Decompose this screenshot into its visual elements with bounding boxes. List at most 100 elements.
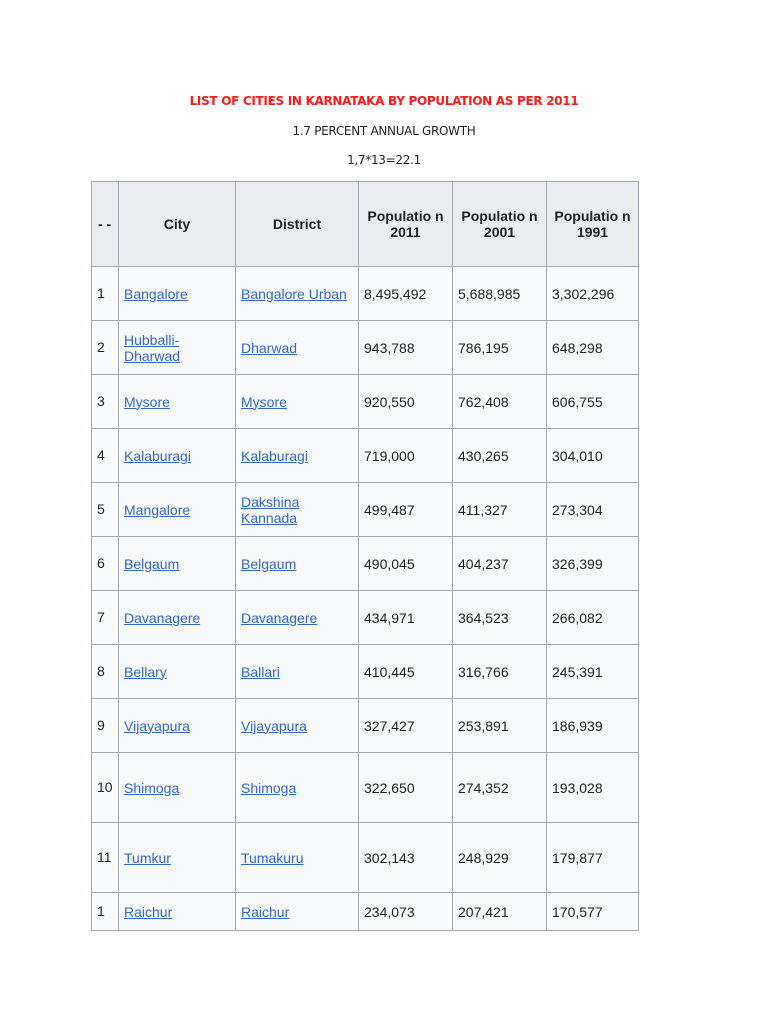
population-2011-cell: 234,073 <box>358 892 453 931</box>
table-row: 5 Mangalore Dakshina Kannada 499,487 411,327… <box>91 482 639 537</box>
population-2011: 499,487 <box>364 501 415 518</box>
population-2001: 404,237 <box>458 555 509 572</box>
city-link[interactable]: Bellary <box>124 664 167 680</box>
row-index-cell: 3 <box>91 374 119 429</box>
population-2011-cell: 920,550 <box>358 374 453 429</box>
city-link-cell: Bellary <box>118 644 236 699</box>
city-link-cell: Raichur <box>118 892 236 931</box>
table-row: 9 Vijayapura Vijayapura 327,427 253,891 186,9… <box>91 698 639 753</box>
growth-formula: 1,7*13=22.1 <box>347 153 421 167</box>
population-1991: 326,399 <box>552 555 603 572</box>
population-2001-cell: 207,421 <box>452 892 547 931</box>
city-link-cell: Kalaburagi <box>118 428 236 483</box>
city-link[interactable]: Tumkur <box>124 850 171 866</box>
population-1991: 193,028 <box>552 779 603 796</box>
population-2011-cell: 327,427 <box>358 698 453 753</box>
population-2001-cell: 411,327 <box>452 482 547 537</box>
row-index: 7 <box>97 609 105 625</box>
population-2001-cell: 364,523 <box>452 590 547 645</box>
population-2001: 253,891 <box>458 717 509 734</box>
row-index-cell: 5 <box>91 482 119 537</box>
header-district: District <box>235 181 359 267</box>
population-2001: 316,766 <box>458 663 509 680</box>
city-link-cell: Shimoga <box>118 752 236 823</box>
city-link[interactable]: Vijayapura <box>124 718 190 734</box>
district-link[interactable]: Shimoga <box>241 780 296 796</box>
table-row: 1 Raichur Raichur 234,073 207,421 170,577 <box>91 892 639 931</box>
city-link[interactable]: Mysore <box>124 394 170 410</box>
row-index-cell: 8 <box>91 644 119 699</box>
district-link[interactable]: Davanagere <box>241 610 317 626</box>
population-1991: 273,304 <box>552 501 603 518</box>
district-link[interactable]: Tumakuru <box>241 850 304 866</box>
population-2001-cell: 786,195 <box>452 320 547 375</box>
row-index: 6 <box>97 555 105 571</box>
row-index-cell: 4 <box>91 428 119 483</box>
district-link-cell: Dakshina Kannada <box>235 482 359 537</box>
population-1991: 648,298 <box>552 339 603 356</box>
district-link[interactable]: Dakshina Kannada <box>241 494 299 526</box>
city-link[interactable]: Raichur <box>124 904 172 920</box>
district-link[interactable]: Belgaum <box>241 556 296 572</box>
population-2001: 5,688,985 <box>458 285 521 302</box>
district-link-cell: Belgaum <box>235 536 359 591</box>
population-1991-cell: 326,399 <box>546 536 639 591</box>
city-link[interactable]: Mangalore <box>124 502 190 518</box>
document-title: LIST OF CITIES IN KARNATAKA BY POPULATIO… <box>189 94 579 108</box>
city-link-cell: Mangalore <box>118 482 236 537</box>
header-city: City <box>118 181 236 267</box>
population-2011-cell: 8,495,492 <box>358 266 453 321</box>
district-link-cell: Kalaburagi <box>235 428 359 483</box>
population-2011-cell: 943,788 <box>358 320 453 375</box>
district-link[interactable]: Raichur <box>241 904 289 920</box>
table-header-row: - - City District Populatio n 2011 Popul… <box>91 181 639 267</box>
city-link[interactable]: Kalaburagi <box>124 448 191 464</box>
city-link-cell: Tumkur <box>118 822 236 893</box>
population-1991-cell: 266,082 <box>546 590 639 645</box>
population-2011-cell: 719,000 <box>358 428 453 483</box>
population-2001: 786,195 <box>458 339 509 356</box>
population-2001-cell: 404,237 <box>452 536 547 591</box>
row-index: 3 <box>97 393 105 409</box>
population-2011: 302,143 <box>364 849 415 866</box>
district-link[interactable]: Bangalore Urban <box>241 286 347 302</box>
population-2011-cell: 410,445 <box>358 644 453 699</box>
district-link[interactable]: Dharwad <box>241 340 297 356</box>
population-1991: 3,302,296 <box>552 285 615 302</box>
population-2011: 943,788 <box>364 339 415 356</box>
table-row: 2 Hubballi-Dharwad Dharwad 943,788 786,195 64… <box>91 320 639 375</box>
population-2011: 234,073 <box>364 903 415 920</box>
row-index: 10 <box>97 779 113 795</box>
population-1991-cell: 3,302,296 <box>546 266 639 321</box>
city-link[interactable]: Shimoga <box>124 780 179 796</box>
population-1991-cell: 179,877 <box>546 822 639 893</box>
city-link[interactable]: Belgaum <box>124 556 179 572</box>
district-link-cell: Bangalore Urban <box>235 266 359 321</box>
table-row: 1 Bangalore Bangalore Urban 8,495,492 5,688,… <box>91 266 639 321</box>
population-2001: 274,352 <box>458 779 509 796</box>
row-index-cell: 2 <box>91 320 119 375</box>
header-index: - - <box>91 181 119 267</box>
row-index: 1 <box>97 903 105 919</box>
district-link[interactable]: Vijayapura <box>241 718 307 734</box>
city-link[interactable]: Davanagere <box>124 610 200 626</box>
population-2001-cell: 430,265 <box>452 428 547 483</box>
population-2011-cell: 499,487 <box>358 482 453 537</box>
population-1991-cell: 273,304 <box>546 482 639 537</box>
row-index-cell: 7 <box>91 590 119 645</box>
growth-note: 1.7 PERCENT ANNUAL GROWTH <box>292 124 476 138</box>
row-index-cell: 10 <box>91 752 119 823</box>
district-link[interactable]: Kalaburagi <box>241 448 308 464</box>
population-2001: 248,929 <box>458 849 509 866</box>
row-index-cell: 6 <box>91 536 119 591</box>
city-link[interactable]: Hubballi-Dharwad <box>124 332 180 364</box>
district-link[interactable]: Ballari <box>241 664 280 680</box>
population-1991-cell: 245,391 <box>546 644 639 699</box>
row-index: 5 <box>97 501 105 517</box>
population-2011: 920,550 <box>364 393 415 410</box>
population-2001: 762,408 <box>458 393 509 410</box>
population-2011: 410,445 <box>364 663 415 680</box>
city-link[interactable]: Bangalore <box>124 286 188 302</box>
district-link[interactable]: Mysore <box>241 394 287 410</box>
row-index: 2 <box>97 339 105 355</box>
